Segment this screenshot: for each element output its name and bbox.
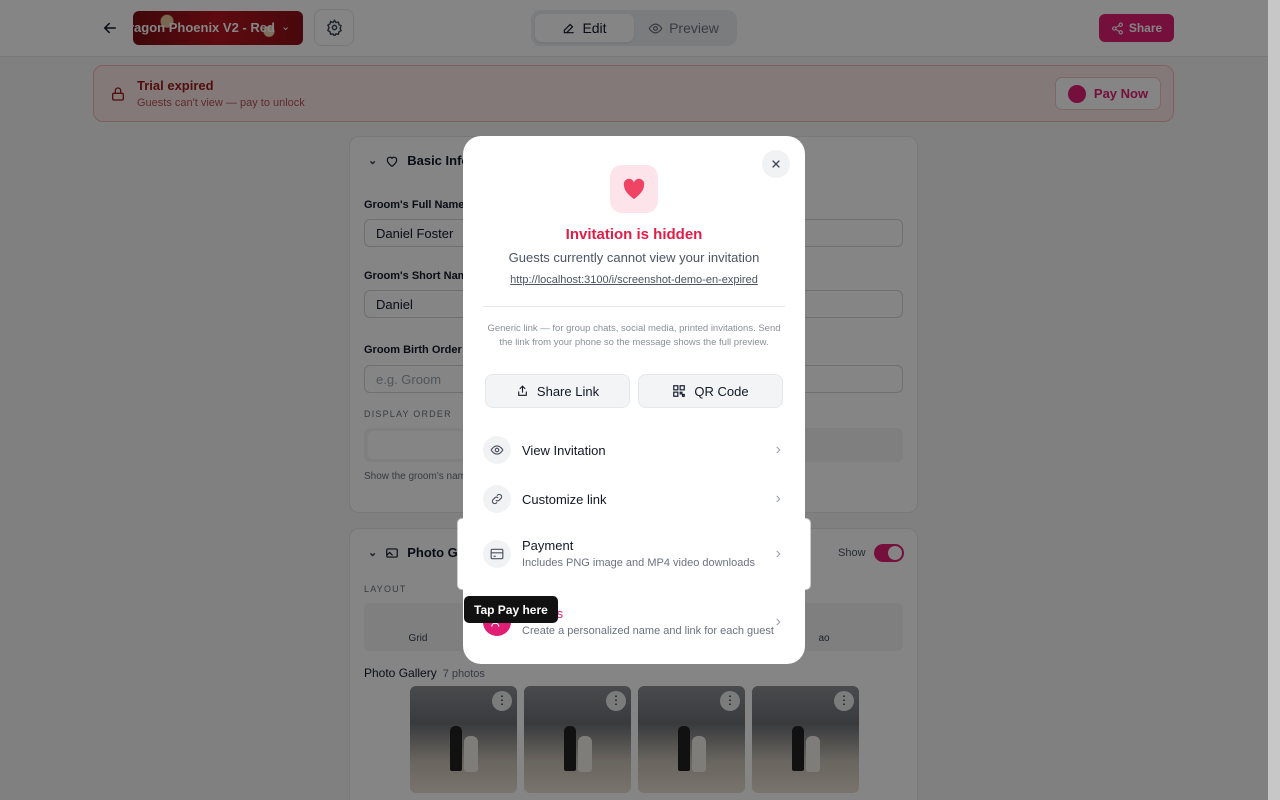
view-invitation-label: View Invitation (522, 442, 606, 458)
modal-subtitle: Guests currently cannot view your invita… (508, 250, 760, 265)
credit-card-icon (483, 540, 511, 568)
close-button[interactable] (762, 150, 790, 178)
chevron-right-icon: › (775, 490, 781, 507)
generic-link-note: Generic link — for group chats, social m… (487, 323, 781, 348)
modal-title: Invitation is hidden (565, 226, 703, 243)
view-invitation-row[interactable]: View Invitation › (483, 426, 785, 474)
qr-code-icon (673, 385, 686, 397)
link-icon (483, 485, 511, 513)
payment-label: Payment (522, 538, 574, 553)
divider (483, 306, 785, 307)
payment-row-spotlight[interactable]: Payment Includes PNG image and MP4 video… (458, 519, 810, 589)
chevron-right-icon: › (775, 441, 781, 458)
share-up-icon (518, 385, 527, 396)
customize-link-label: Customize link (522, 491, 607, 507)
guests-label: Guests (522, 606, 776, 621)
payment-row[interactable]: Payment Includes PNG image and MP4 video… (483, 530, 785, 578)
qr-code-label: QR Code (694, 383, 749, 399)
share-link-label: Share Link (536, 383, 600, 399)
close-icon (772, 160, 780, 168)
customize-link-row[interactable]: Customize link › (483, 475, 785, 523)
payment-description: Includes PNG image and MP4 video downloa… (522, 557, 755, 569)
chevron-right-icon: › (775, 545, 781, 562)
tap-pay-tooltip: Tap Pay here (464, 596, 558, 623)
guests-description: Create a personalized name and link for … (522, 625, 774, 637)
heart-icon (623, 178, 645, 199)
eye-icon (483, 436, 511, 464)
invitation-link[interactable]: http://localhost:3100/i/screenshot-demo-… (463, 274, 805, 286)
chevron-right-icon: › (775, 613, 781, 630)
page-scrollbar[interactable] (1268, 0, 1280, 800)
share-link-button[interactable]: Share Link (485, 374, 630, 408)
qr-code-button[interactable]: QR Code (638, 374, 783, 408)
heart-badge (610, 165, 658, 213)
